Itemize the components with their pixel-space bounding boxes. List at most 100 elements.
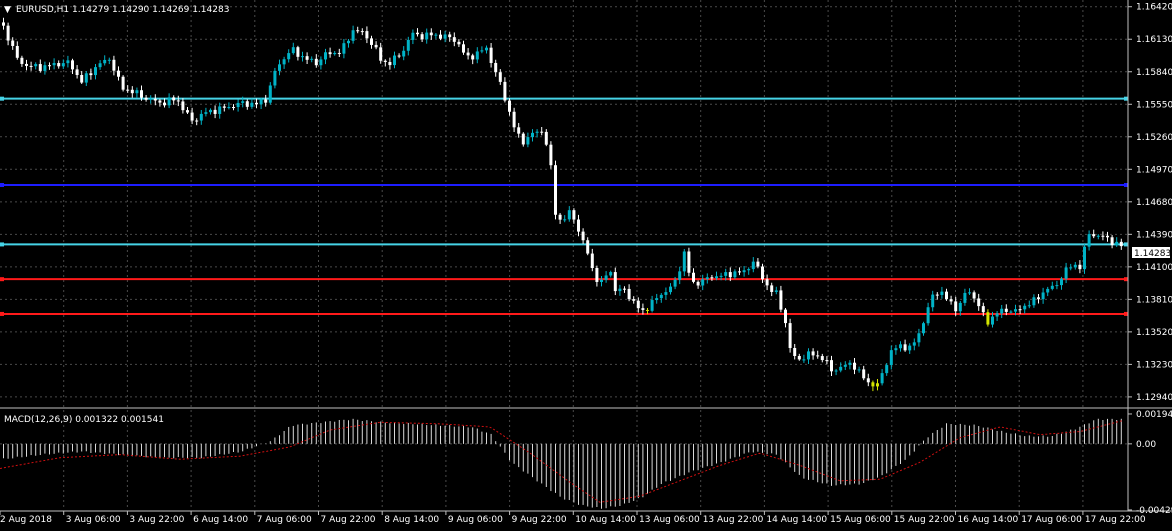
candle-body [908,345,912,351]
price-axis-label: 1.13810 [1136,295,1172,305]
trading-chart[interactable]: 2 Aug 2018 3 Aug 06:00 3 Aug 22:00 6 Aug 14… [0,0,1172,527]
candle-body [848,362,852,365]
candle-body [609,272,613,276]
candle-body [972,292,976,299]
candle-body [2,22,5,26]
candle-body [149,98,153,100]
candle-body [310,58,314,60]
candle-body [954,301,958,312]
candle-body [632,299,636,301]
time-axis-label: 3 Aug 22:00 [129,515,184,525]
candle-body [11,40,15,46]
level-handle-right[interactable] [1124,311,1128,316]
level-handle-left[interactable] [0,311,4,316]
candle-body [761,266,764,280]
candle-body [1092,234,1096,237]
level-handle-right[interactable] [1124,183,1128,187]
candle-body [388,61,392,66]
candle-body [724,272,728,276]
candle-body [710,277,714,279]
candle-body [163,102,166,106]
candle-body [1064,267,1068,279]
candle-body [190,112,194,121]
candle-body [1027,305,1031,307]
candle-body [1050,285,1054,289]
candle-body [379,47,383,61]
level-handle-right[interactable] [1124,96,1128,101]
candle-body [940,291,944,295]
candle-body [531,132,534,138]
time-axis-label: 16 Aug 14:00 [958,515,1019,525]
level-handle-left[interactable] [0,96,4,101]
candle-body [839,366,843,371]
macd-header: MACD(12,26,9) 0.001322 0.001541 [4,415,164,425]
candle-body [1014,309,1017,312]
level-handle-left[interactable] [0,277,4,282]
candle-body [627,288,631,300]
candle-body [48,65,51,67]
candle-body [452,37,456,42]
candle-body [945,291,948,300]
candle-body [1119,241,1123,247]
candle-body [926,307,930,324]
candle-body [199,113,203,121]
candle-body [512,111,516,128]
candle-body [135,90,139,94]
candle-body [66,60,70,64]
candle-body [540,131,544,133]
time-axis-label: 10 Aug 14:00 [575,515,636,525]
candle-body [857,369,861,371]
candle-body [158,100,162,103]
candle-body [278,64,281,71]
candle-body [811,351,815,356]
candle-body [673,279,677,287]
candle-body [259,99,263,105]
candle-body [144,97,148,100]
candle-body [508,100,511,112]
level-handle-right[interactable] [1124,277,1128,282]
candle-body [623,288,626,290]
candle-body [130,89,134,94]
candle-body [232,107,235,109]
candle-body [682,251,686,272]
candle-body [397,55,401,57]
candle-body [853,362,856,370]
chart-canvas[interactable]: 2 Aug 2018 3 Aug 06:00 3 Aug 22:00 6 Aug 14… [0,0,1172,527]
candle-body [98,63,102,68]
candle-body [949,299,953,302]
candle-body [646,309,649,311]
candle-body [1018,309,1022,311]
candle-body [931,294,935,308]
candle-body [669,286,672,293]
candle-body [981,306,985,313]
level-handle-right[interactable] [1124,242,1128,247]
candle-body [236,102,240,108]
candle-body [416,32,419,35]
candle-body [793,347,797,356]
candle-body [429,32,433,36]
symbol-header-arrow[interactable]: ▼ [4,5,11,15]
candle-body [466,52,470,56]
candle-body [802,359,806,361]
candle-body [1110,237,1114,246]
level-handle-left[interactable] [0,183,4,187]
candle-body [176,100,180,102]
candle-body [830,360,833,372]
candle-body [889,350,893,366]
price-axis-label: 1.14390 [1136,230,1172,240]
candle-body [480,50,484,52]
time-axis-label: 17 Aug 06:00 [1021,515,1082,525]
candle-body [563,219,567,221]
candle-body [1041,292,1045,300]
candle-body [655,298,659,301]
candle-body [15,45,19,58]
candle-body [521,133,525,145]
candle-body [770,285,774,292]
candle-body [222,106,226,108]
candle-body [406,39,410,51]
level-handle-left[interactable] [0,242,4,247]
candle-body [411,32,415,40]
candle-body [834,370,838,372]
candle-body [604,275,608,280]
candle-body [696,281,700,286]
